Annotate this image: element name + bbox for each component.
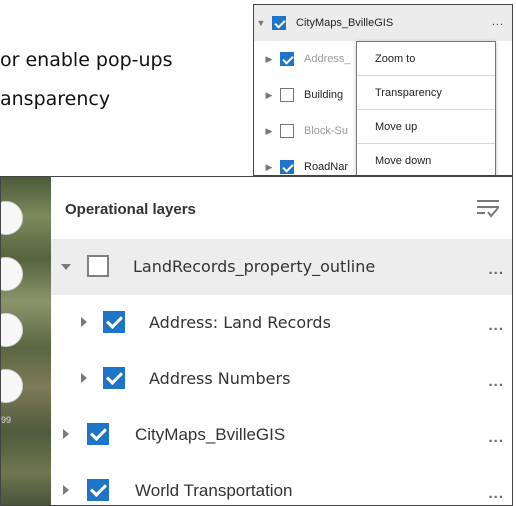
expand-caret-icon[interactable] bbox=[81, 317, 87, 327]
layer-row-citymaps[interactable]: CityMaps_BvilleGIS ... bbox=[51, 407, 512, 463]
more-options-icon[interactable]: ... bbox=[488, 373, 504, 390]
layer-visibility-checkbox[interactable] bbox=[87, 255, 109, 277]
mini-layer-checkbox[interactable] bbox=[280, 52, 294, 66]
map-widget-button[interactable] bbox=[1, 201, 23, 235]
mini-layer-label: CityMaps_BvilleGIS bbox=[296, 17, 394, 29]
layer-label: LandRecords_property_outline bbox=[133, 257, 376, 276]
more-options-icon[interactable]: ... bbox=[488, 317, 504, 334]
layer-label: World Transportation bbox=[135, 481, 293, 500]
menu-item-zoom-to[interactable]: Zoom to bbox=[357, 42, 495, 76]
layer-visibility-checkbox[interactable] bbox=[103, 367, 125, 389]
mini-layer-list: ▼ CityMaps_BvilleGIS ... ▶ Address_ ▶ Bu… bbox=[253, 4, 513, 176]
layer-visibility-checkbox[interactable] bbox=[87, 479, 109, 501]
map-widget-button[interactable] bbox=[1, 257, 23, 291]
mini-layer-checkbox[interactable] bbox=[272, 16, 286, 30]
operational-layers-panel: 99 Operational layers LandRecords_proper… bbox=[0, 176, 513, 506]
more-options-icon[interactable]: ... bbox=[488, 261, 504, 278]
layer-context-menu: Zoom to Transparency Move up Move down bbox=[356, 41, 496, 175]
mini-layer-label: RoadNar bbox=[304, 161, 349, 173]
mini-layer-label: Building bbox=[304, 89, 344, 101]
layer-row-address-land-records[interactable]: Address: Land Records ... bbox=[51, 295, 512, 351]
more-options-icon[interactable]: ... bbox=[488, 429, 504, 446]
mini-layer-row[interactable]: ▼ CityMaps_BvilleGIS ... bbox=[254, 5, 512, 41]
instruction-text-line-2: ansparency bbox=[0, 88, 111, 110]
expand-caret-icon[interactable]: ▶ bbox=[264, 126, 274, 137]
map-widget-button[interactable] bbox=[1, 369, 23, 403]
layer-row-world-transportation[interactable]: World Transportation ... bbox=[51, 463, 512, 505]
panel-title: Operational layers bbox=[65, 201, 196, 218]
expand-caret-icon[interactable]: ▶ bbox=[264, 162, 274, 173]
expand-caret-icon[interactable] bbox=[81, 373, 87, 383]
layer-row-address-numbers[interactable]: Address Numbers ... bbox=[51, 351, 512, 407]
more-options-icon[interactable]: ... bbox=[488, 485, 504, 502]
map-widget-button[interactable] bbox=[1, 313, 23, 347]
mini-layer-checkbox[interactable] bbox=[280, 124, 294, 138]
layer-visibility-checkbox[interactable] bbox=[103, 311, 125, 333]
instruction-text-line-1: or enable pop-ups bbox=[0, 49, 173, 71]
menu-item-move-up[interactable]: Move up bbox=[357, 110, 495, 144]
layer-label: CityMaps_BvilleGIS bbox=[135, 425, 286, 444]
mini-layer-label: Address_ bbox=[304, 53, 351, 65]
menu-item-transparency[interactable]: Transparency bbox=[357, 76, 495, 110]
layer-list-options-icon[interactable] bbox=[475, 197, 501, 219]
layer-label: Address Numbers bbox=[149, 369, 291, 388]
collapse-caret-icon[interactable]: ▼ bbox=[256, 18, 266, 28]
collapse-caret-icon[interactable] bbox=[61, 264, 71, 270]
map-label: 99 bbox=[1, 415, 12, 425]
expand-caret-icon[interactable] bbox=[63, 429, 69, 439]
mini-layer-checkbox[interactable] bbox=[280, 160, 294, 174]
layer-label: Address: Land Records bbox=[149, 313, 331, 332]
map-view[interactable]: 99 bbox=[1, 177, 51, 505]
more-options-icon[interactable]: ... bbox=[492, 16, 504, 28]
mini-layer-checkbox[interactable] bbox=[280, 88, 294, 102]
mini-layer-label: Block-Su bbox=[304, 125, 349, 137]
layer-row-landrecords[interactable]: LandRecords_property_outline ... bbox=[51, 239, 512, 295]
expand-caret-icon[interactable]: ▶ bbox=[264, 54, 274, 65]
layer-visibility-checkbox[interactable] bbox=[87, 423, 109, 445]
menu-item-move-down[interactable]: Move down bbox=[357, 144, 495, 175]
expand-caret-icon[interactable]: ▶ bbox=[264, 90, 274, 101]
expand-caret-icon[interactable] bbox=[63, 485, 69, 495]
